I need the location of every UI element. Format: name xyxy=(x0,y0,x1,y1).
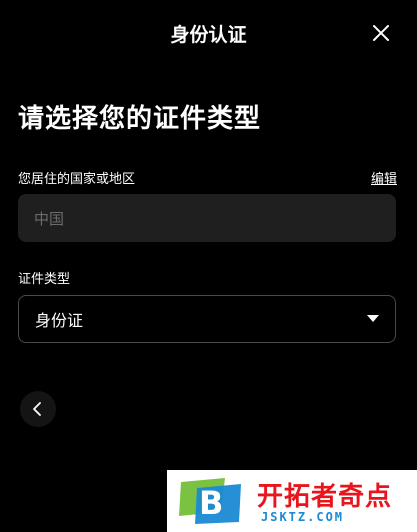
watermark: B 开拓者奇点 JSKTZ.COM xyxy=(167,470,417,532)
header: 身份认证 xyxy=(0,0,417,64)
page-heading: 请选择您的证件类型 xyxy=(18,104,262,134)
country-field: 中国 xyxy=(18,194,396,242)
id-type-value: 身份证 xyxy=(35,311,84,330)
edit-country-link[interactable]: 编辑 xyxy=(371,168,397,187)
logo-letter: B xyxy=(199,484,223,522)
id-type-label: 证件类型 xyxy=(18,272,71,287)
brand-logo: B xyxy=(179,478,241,524)
back-button[interactable] xyxy=(20,391,56,427)
brand-name: 开拓者奇点 xyxy=(257,482,393,512)
brand-url: JSKTZ.COM xyxy=(261,510,345,524)
country-value: 中国 xyxy=(34,209,65,228)
chevron-left-icon xyxy=(33,402,41,416)
close-button[interactable] xyxy=(366,18,396,48)
close-icon xyxy=(373,25,389,41)
country-label: 您居住的国家或地区 xyxy=(18,172,136,187)
page-title: 身份认证 xyxy=(170,24,247,46)
id-type-select[interactable]: 身份证 xyxy=(18,295,396,343)
caret-down-icon xyxy=(367,315,379,322)
